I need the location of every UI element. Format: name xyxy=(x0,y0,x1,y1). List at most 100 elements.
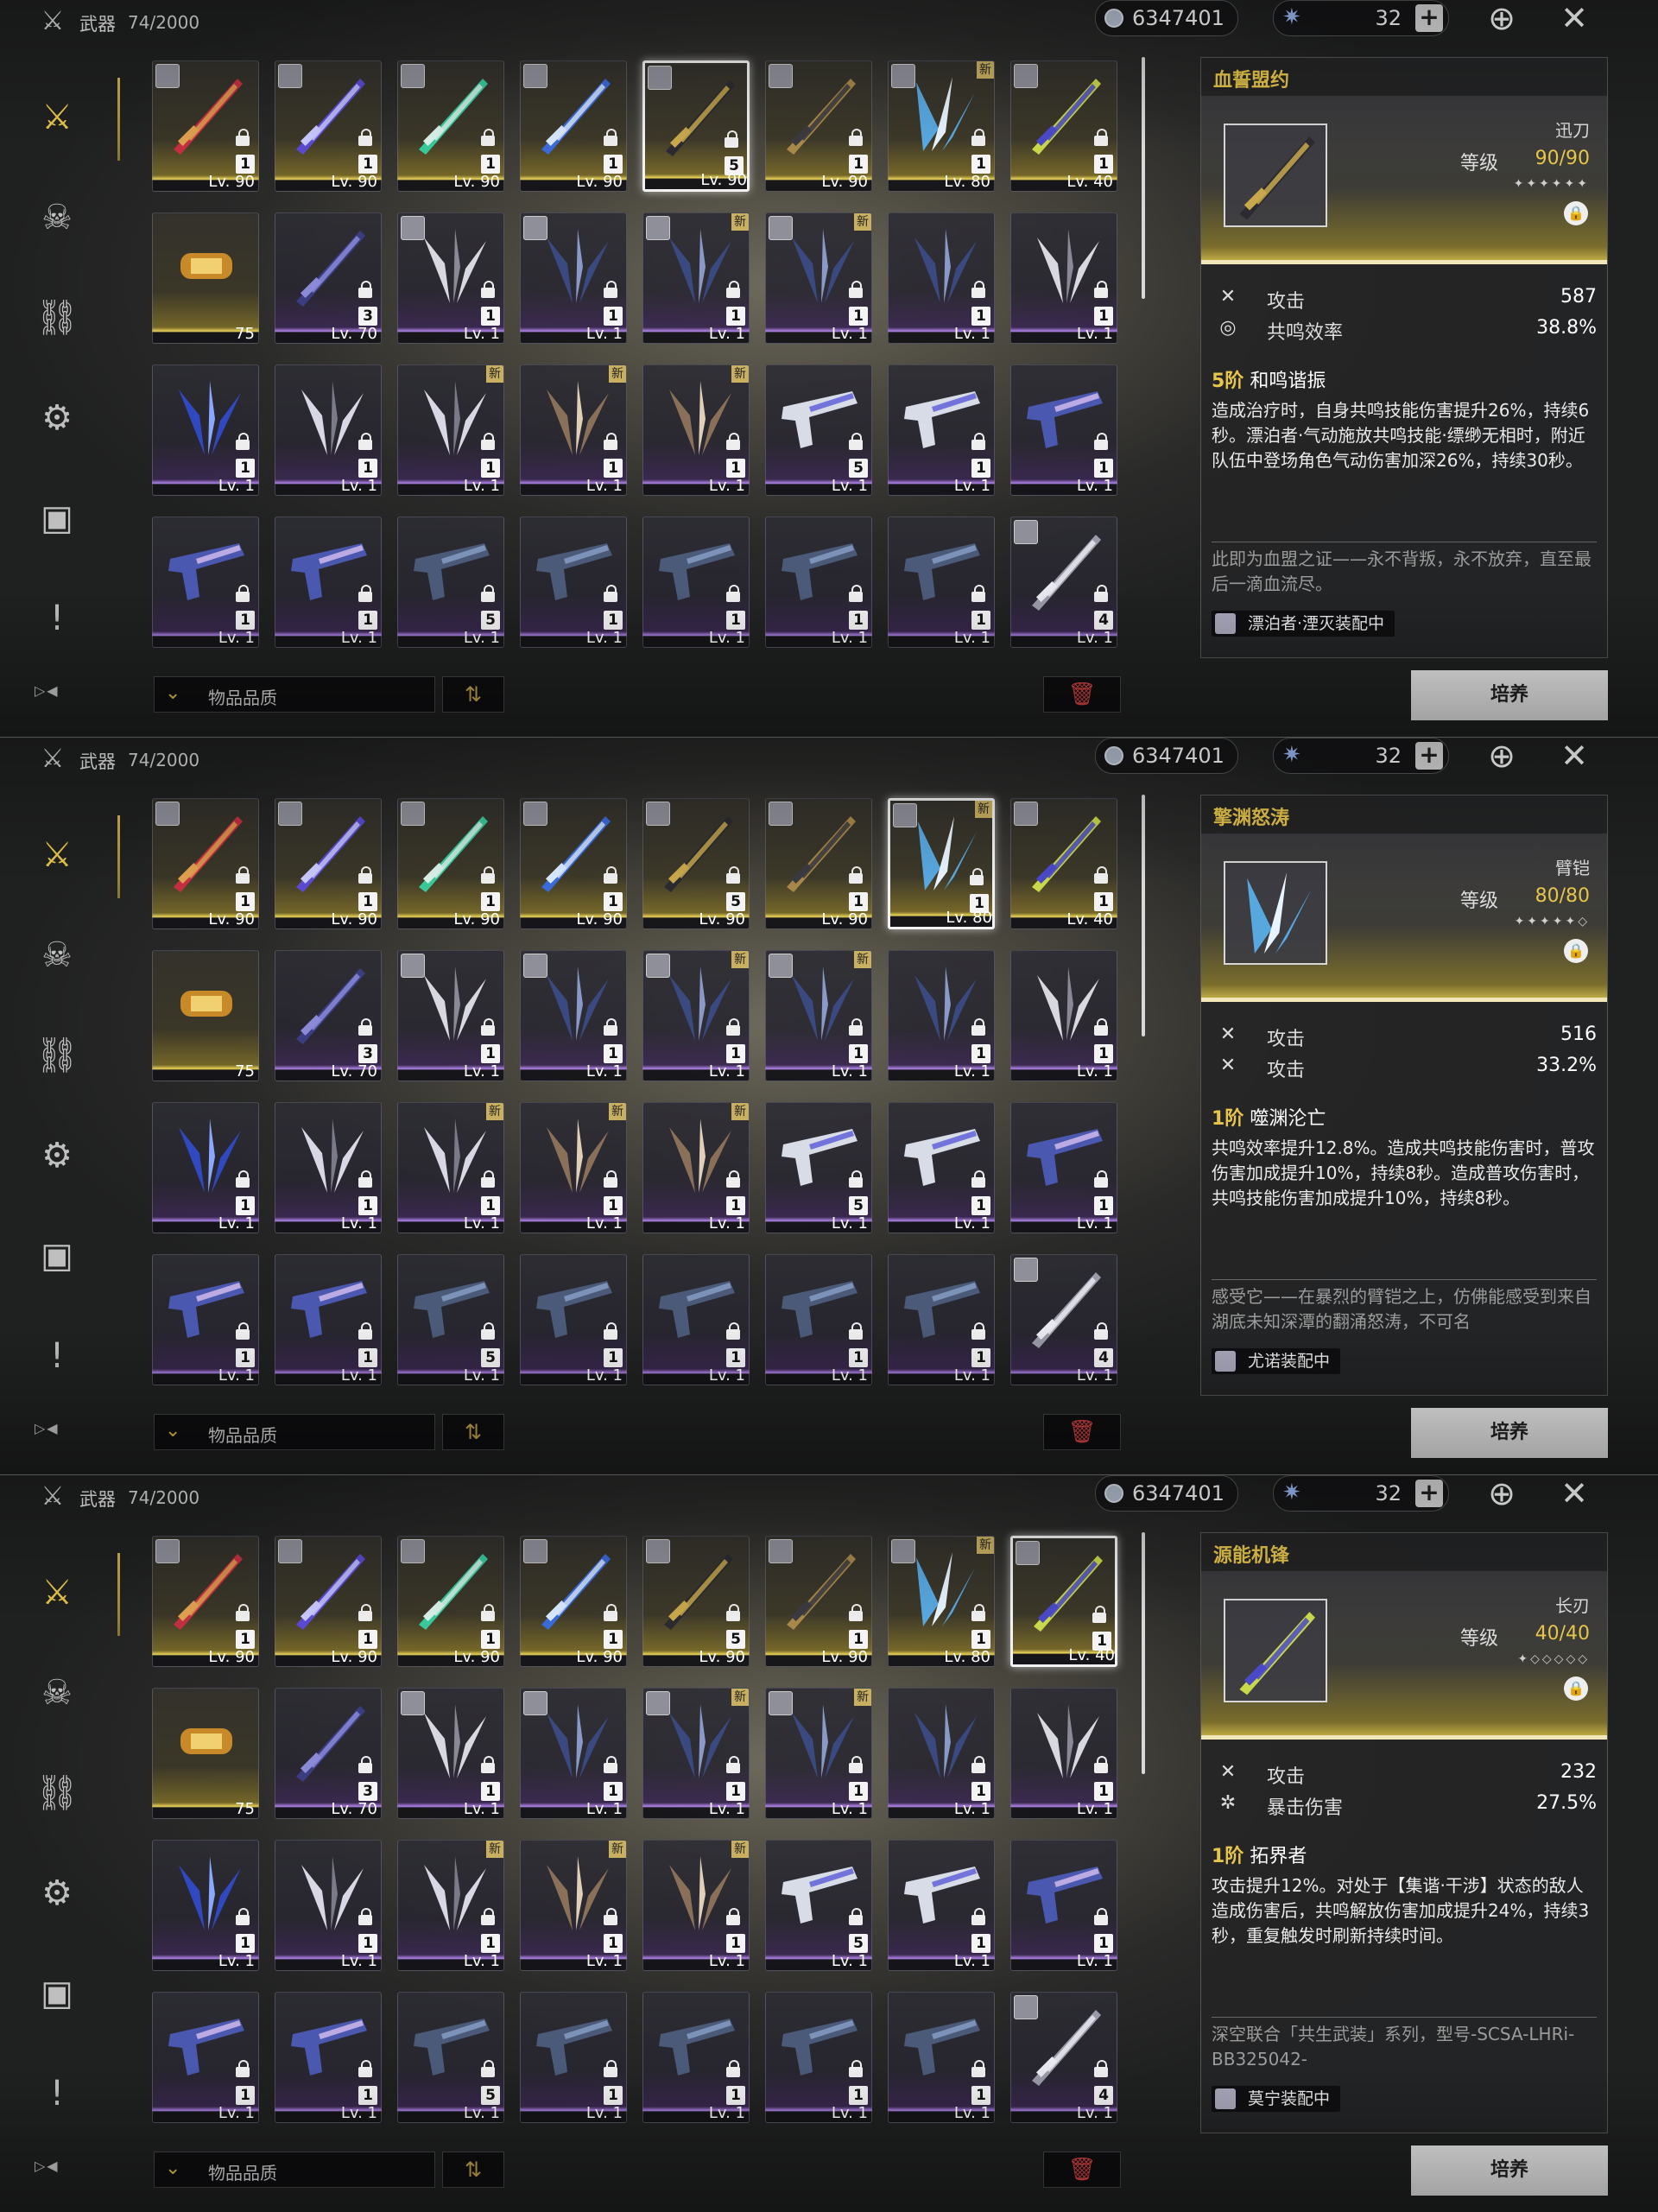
weapon-slot[interactable]: 5 Lv. 1 xyxy=(765,364,872,496)
sidebar-item-weapon[interactable]: ⚔ xyxy=(22,78,120,178)
weapon-slot[interactable]: 1 Lv. 1 xyxy=(520,1688,627,1819)
scrollbar[interactable] xyxy=(1142,1532,1145,1774)
lock-toggle-button[interactable]: 🔒 xyxy=(1564,201,1588,225)
lock-toggle-button[interactable]: 🔒 xyxy=(1564,939,1588,963)
sort-dropdown[interactable]: ⌄ 物品品质 xyxy=(154,2152,435,2188)
weapon-slot[interactable]: 新 1 Lv. 1 xyxy=(642,1840,750,1971)
weapon-slot[interactable]: 1 Lv. 1 xyxy=(888,517,995,648)
weapon-slot[interactable]: 新 1 Lv. 80 xyxy=(888,60,995,192)
weapon-slot[interactable]: 1 Lv. 90 xyxy=(275,60,382,192)
weapon-slot[interactable]: 1 Lv. 90 xyxy=(765,1536,872,1667)
weapon-slot[interactable]: 新 1 Lv. 1 xyxy=(765,1688,872,1819)
add-stamina-button[interactable]: + xyxy=(1415,1480,1443,1507)
weapon-slot[interactable]: 5 Lv. 90 xyxy=(642,60,750,192)
sort-order-button[interactable]: ⇅ xyxy=(442,2152,504,2188)
weapon-slot[interactable]: 新 1 Lv. 1 xyxy=(397,1102,504,1233)
weapon-slot[interactable]: 1 Lv. 90 xyxy=(765,60,872,192)
sidebar-item-box[interactable]: ▣ xyxy=(22,479,92,579)
target-icon[interactable]: ⊕ xyxy=(1482,1475,1522,1513)
weapon-slot[interactable]: 1 Lv. 1 xyxy=(520,517,627,648)
weapon-slot[interactable]: 1 Lv. 1 xyxy=(275,1992,382,2123)
weapon-slot[interactable]: 1 Lv. 1 xyxy=(275,364,382,496)
weapon-slot[interactable]: 1 Lv. 1 xyxy=(888,364,995,496)
sort-dropdown[interactable]: ⌄ 物品品质 xyxy=(154,1414,435,1450)
weapon-slot[interactable]: 1 Lv. 1 xyxy=(888,212,995,344)
weapon-slot[interactable]: 1 Lv. 1 xyxy=(152,1992,259,2123)
weapon-slot[interactable]: 1 Lv. 90 xyxy=(520,1536,627,1667)
develop-button[interactable]: 培养 xyxy=(1411,1408,1608,1458)
weapon-slot[interactable]: 5 Lv. 90 xyxy=(642,798,750,929)
sidebar-item-quest[interactable]: ! xyxy=(22,579,92,679)
weapon-slot[interactable]: 75 xyxy=(152,212,259,344)
weapon-slot[interactable]: 1 Lv. 1 xyxy=(152,1840,259,1971)
sidebar-item-box[interactable]: ▣ xyxy=(22,1954,92,2054)
weapon-slot[interactable]: 1 Lv. 1 xyxy=(1010,212,1117,344)
weapon-slot[interactable]: 1 Lv. 1 xyxy=(275,1840,382,1971)
sidebar-item-resource[interactable]: ⚙ xyxy=(22,1854,92,1954)
sort-dropdown[interactable]: ⌄ 物品品质 xyxy=(154,676,435,713)
weapon-slot[interactable]: 新 1 Lv. 1 xyxy=(520,364,627,496)
weapon-slot[interactable]: 1 Lv. 1 xyxy=(520,950,627,1081)
weapon-slot[interactable]: 5 Lv. 1 xyxy=(397,1254,504,1385)
sidebar-item-resource[interactable]: ⚙ xyxy=(22,1116,92,1216)
weapon-slot[interactable]: 新 1 Lv. 1 xyxy=(765,950,872,1081)
target-icon[interactable]: ⊕ xyxy=(1482,738,1522,776)
sort-order-button[interactable]: ⇅ xyxy=(442,1414,504,1450)
trash-button[interactable]: 🗑 xyxy=(1043,1414,1121,1450)
weapon-slot[interactable]: 1 Lv. 1 xyxy=(152,517,259,648)
weapon-slot[interactable]: 1 Lv. 1 xyxy=(275,517,382,648)
weapon-slot[interactable]: 1 Lv. 1 xyxy=(1010,1688,1117,1819)
weapon-slot[interactable]: 1 Lv. 1 xyxy=(275,1254,382,1385)
weapon-slot[interactable]: 1 Lv. 90 xyxy=(520,60,627,192)
weapon-slot[interactable]: 1 Lv. 40 xyxy=(1010,1536,1117,1667)
weapon-slot[interactable]: 1 Lv. 1 xyxy=(1010,1102,1117,1233)
weapon-slot[interactable]: 1 Lv. 1 xyxy=(888,1992,995,2123)
weapon-slot[interactable]: 3 Lv. 70 xyxy=(275,950,382,1081)
weapon-slot[interactable]: 新 1 Lv. 80 xyxy=(888,1536,995,1667)
scrollbar[interactable] xyxy=(1142,795,1145,1036)
weapon-slot[interactable]: 5 Lv. 1 xyxy=(765,1840,872,1971)
sidebar-item-weapon[interactable]: ⚔ xyxy=(22,815,120,916)
weapon-slot[interactable]: 1 Lv. 1 xyxy=(520,1992,627,2123)
weapon-slot[interactable]: 1 Lv. 90 xyxy=(152,1536,259,1667)
weapon-slot[interactable]: 1 Lv. 90 xyxy=(397,60,504,192)
weapon-slot[interactable]: 1 Lv. 1 xyxy=(1010,950,1117,1081)
sidebar-item-weapon[interactable]: ⚔ xyxy=(22,1553,120,1653)
sidebar-item-quest[interactable]: ! xyxy=(22,2054,92,2154)
sidebar-item-quest[interactable]: ! xyxy=(22,1316,92,1417)
weapon-slot[interactable]: 新 1 Lv. 1 xyxy=(765,212,872,344)
weapon-slot[interactable]: 5 Lv. 1 xyxy=(397,517,504,648)
close-icon[interactable]: ✕ xyxy=(1554,738,1594,776)
weapon-slot[interactable]: 4 Lv. 1 xyxy=(1010,517,1117,648)
sidebar-item-echo[interactable]: ☠ xyxy=(22,1653,92,1753)
weapon-slot[interactable]: 新 1 Lv. 1 xyxy=(642,950,750,1081)
weapon-slot[interactable]: 1 Lv. 1 xyxy=(888,1688,995,1819)
scrollbar[interactable] xyxy=(1142,57,1145,299)
weapon-slot[interactable]: 1 Lv. 1 xyxy=(642,1254,750,1385)
weapon-slot[interactable]: 3 Lv. 70 xyxy=(275,212,382,344)
weapon-slot[interactable]: 1 Lv. 1 xyxy=(520,1254,627,1385)
sidebar-item-echo[interactable]: ☠ xyxy=(22,178,92,278)
weapon-slot[interactable]: 1 Lv. 1 xyxy=(275,1102,382,1233)
weapon-slot[interactable]: 新 1 Lv. 1 xyxy=(642,364,750,496)
weapon-slot[interactable]: 75 xyxy=(152,950,259,1081)
weapon-slot[interactable]: 1 Lv. 1 xyxy=(765,1254,872,1385)
weapon-slot[interactable]: 新 1 Lv. 1 xyxy=(397,1840,504,1971)
weapon-slot[interactable]: 1 Lv. 1 xyxy=(397,950,504,1081)
weapon-slot[interactable]: 1 Lv. 90 xyxy=(275,798,382,929)
lock-toggle-button[interactable]: 🔒 xyxy=(1564,1676,1588,1701)
trash-button[interactable]: 🗑 xyxy=(1043,676,1121,713)
weapon-slot[interactable]: 新 1 Lv. 1 xyxy=(642,1688,750,1819)
weapon-slot[interactable]: 1 Lv. 1 xyxy=(152,1102,259,1233)
target-icon[interactable]: ⊕ xyxy=(1482,0,1522,38)
sort-order-button[interactable]: ⇅ xyxy=(442,676,504,713)
weapon-slot[interactable]: 1 Lv. 1 xyxy=(888,1254,995,1385)
weapon-slot[interactable]: 1 Lv. 1 xyxy=(765,517,872,648)
weapon-slot[interactable]: 1 Lv. 90 xyxy=(275,1536,382,1667)
add-stamina-button[interactable]: + xyxy=(1415,4,1443,32)
sidebar-item-material[interactable]: ⛓ xyxy=(22,278,92,378)
develop-button[interactable]: 培养 xyxy=(1411,2145,1608,2196)
weapon-slot[interactable]: 3 Lv. 70 xyxy=(275,1688,382,1819)
weapon-slot[interactable]: 1 Lv. 90 xyxy=(152,798,259,929)
weapon-slot[interactable]: 4 Lv. 1 xyxy=(1010,1992,1117,2123)
